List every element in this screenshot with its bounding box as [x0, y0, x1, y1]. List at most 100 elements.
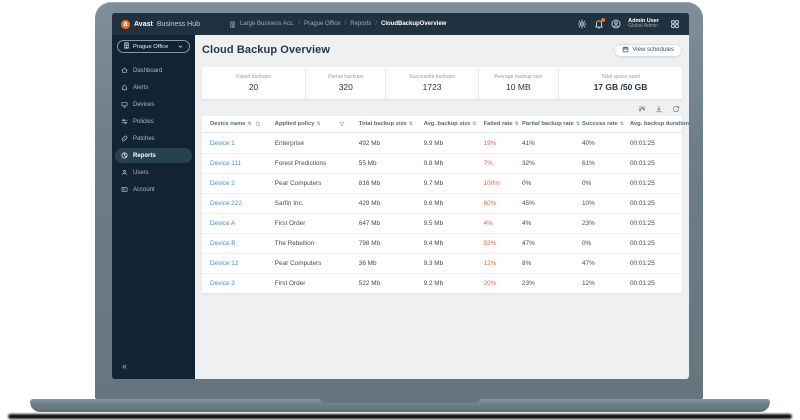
sidebar-item-devices[interactable]: Devices [115, 97, 192, 112]
stat-label: Partial backups [328, 74, 363, 80]
cell-avg: 9.2 Mb [416, 280, 476, 287]
stat-partial-backups: Partial backups 320 [305, 67, 385, 99]
avatar-icon[interactable] [611, 19, 621, 29]
breadcrumb-item[interactable]: CloudBackupOverview [381, 21, 446, 27]
cell-duration: 00:01:25 [622, 200, 682, 207]
topbar: a Avast Business Hub Large Business Acc.… [112, 13, 689, 35]
cell-total: 798 Mb [351, 240, 416, 247]
breadcrumb-item[interactable]: Prague Office [304, 21, 341, 27]
cell-device[interactable]: Device B [202, 240, 267, 247]
refresh-icon[interactable] [672, 100, 680, 118]
sort-icon: ⇅ [316, 121, 320, 127]
funnel-icon[interactable] [339, 121, 345, 127]
sidebar-item-label: Account [133, 187, 155, 193]
column-header-avg-backup-size[interactable]: Avg. backup size ⇅ [416, 121, 476, 127]
cell-partial: 32% [514, 160, 574, 167]
table-toolbar [202, 101, 682, 116]
cell-policy: Enterprise [267, 140, 351, 147]
column-label: Device name [210, 121, 245, 127]
cell-device[interactable]: Device 12 [202, 260, 267, 267]
cell-policy: First Order [267, 280, 351, 287]
page-header: Cloud Backup Overview View schedules [202, 41, 682, 59]
table-header-row: Device name ⇅Applied policy ⇅Total backu… [202, 116, 682, 133]
column-label: Success rate [582, 121, 618, 127]
stat-total-space-used: Total space used 17 GB /50 GB [558, 67, 682, 99]
column-label: Avg. backup size [424, 121, 471, 127]
breadcrumb-item[interactable]: Large Business Acc. [240, 21, 294, 27]
cell-duration: 00:01:25 [622, 260, 682, 267]
cell-duration: 00:01:25 [622, 160, 682, 167]
sidebar-item-account[interactable]: Account [115, 182, 192, 197]
sidebar-item-reports[interactable]: Reports [115, 148, 192, 163]
column-header-success-rate[interactable]: Success rate ⇅ [574, 121, 622, 127]
laptop-frame: a Avast Business Hub Large Business Acc.… [95, 2, 703, 399]
cell-policy: Pear Computers [267, 260, 351, 267]
column-header-partial-backup-rate[interactable]: Partial backup rate ⇅ [514, 121, 574, 127]
filter-icon[interactable] [638, 100, 646, 118]
column-header-failed-rate[interactable]: Failed rate ⇅ [476, 121, 514, 127]
cell-avg: 9.3 Mb [416, 260, 476, 267]
cell-partial: 47% [514, 240, 574, 247]
sidebar-collapse-button[interactable]: « [122, 362, 127, 371]
avast-logo-icon: a [121, 20, 130, 29]
column-header-device-name[interactable]: Device name ⇅ [202, 121, 267, 127]
cell-policy: Pear Computers [267, 180, 351, 187]
notifications-bell-icon[interactable] [594, 19, 604, 29]
breadcrumb-separator: / [375, 21, 377, 27]
cell-success: 0% [574, 240, 622, 247]
sidebar-item-policies[interactable]: Policies [115, 114, 192, 129]
stat-successful-backups: Successful backups 1723 [385, 67, 477, 99]
view-schedules-button[interactable]: View schedules [614, 44, 682, 57]
stat-label: Failed backups [236, 74, 271, 80]
cell-device[interactable]: Device 111 [202, 160, 267, 167]
sidebar-nav: Dashboard Alerts Devices Policies Patche… [112, 63, 195, 197]
sidebar-item-label: Dashboard [133, 68, 162, 74]
sort-icon: ⇅ [409, 121, 413, 127]
table-row: Device 2Pear Computers816 Mb9.7 Mb100%0%… [202, 173, 682, 193]
laptop-mockup: a Avast Business Hub Large Business Acc.… [0, 0, 800, 420]
cell-duration: 00:01:25 [622, 180, 682, 187]
app-launcher-icon[interactable] [670, 19, 680, 29]
cell-device[interactable]: Device A [202, 220, 267, 227]
column-header-avg-backup-duration[interactable]: Avg. backup duration ⇅ [622, 121, 682, 127]
user-icon [121, 169, 128, 176]
table-row: Device 1Enterprise492 Mb9.9 Mb19%41%40%0… [202, 133, 682, 153]
cell-duration: 00:01:25 [622, 240, 682, 247]
site-selector[interactable]: Prague Office [117, 40, 190, 53]
cell-total: 36 Mb [351, 260, 416, 267]
cell-failed: 4% [476, 220, 514, 227]
brand-name-bold: Avast [134, 21, 153, 28]
cell-device[interactable]: Device 222 [202, 200, 267, 207]
user-menu[interactable]: Admin User Global Admin [628, 18, 659, 30]
sidebar-item-label: Reports [133, 153, 156, 159]
column-label: Partial backup rate [522, 121, 574, 127]
gear-icon[interactable] [577, 19, 587, 29]
cell-device[interactable]: Device 3 [202, 280, 267, 287]
patch-icon [121, 135, 128, 142]
user-role: Global Admin [628, 24, 659, 30]
sidebar-item-alerts[interactable]: Alerts [115, 80, 192, 95]
cell-device[interactable]: Device 1 [202, 140, 267, 147]
cell-failed: 12% [476, 260, 514, 267]
column-header-total-backup-size[interactable]: Total backup size ⇅ [351, 121, 416, 127]
cell-device[interactable]: Device 2 [202, 180, 267, 187]
cell-success: 40% [574, 140, 622, 147]
table-row: Device BThe Rebellion798 Mb9.4 Mb53%47%0… [202, 233, 682, 253]
backup-table: Device name ⇅Applied policy ⇅Total backu… [202, 116, 682, 293]
cell-avg: 9.8 Mb [416, 160, 476, 167]
search-icon[interactable] [255, 121, 261, 127]
column-header-applied-policy[interactable]: Applied policy ⇅ [267, 121, 351, 127]
cell-partial: 4% [514, 220, 574, 227]
org-building-icon [229, 21, 236, 28]
cell-success: 10% [574, 200, 622, 207]
laptop-base [30, 399, 770, 412]
card-icon [121, 186, 128, 193]
sidebar-item-patches[interactable]: Patches [115, 131, 192, 146]
sidebar-item-users[interactable]: Users [115, 165, 192, 180]
download-icon[interactable] [655, 100, 663, 118]
cell-avg: 9.5 Mb [416, 220, 476, 227]
sidebar-item-dashboard[interactable]: Dashboard [115, 63, 192, 78]
cell-policy: Forest Predictions [267, 160, 351, 167]
breadcrumb-item[interactable]: Reports [350, 21, 371, 27]
sidebar-item-label: Policies [133, 119, 154, 125]
